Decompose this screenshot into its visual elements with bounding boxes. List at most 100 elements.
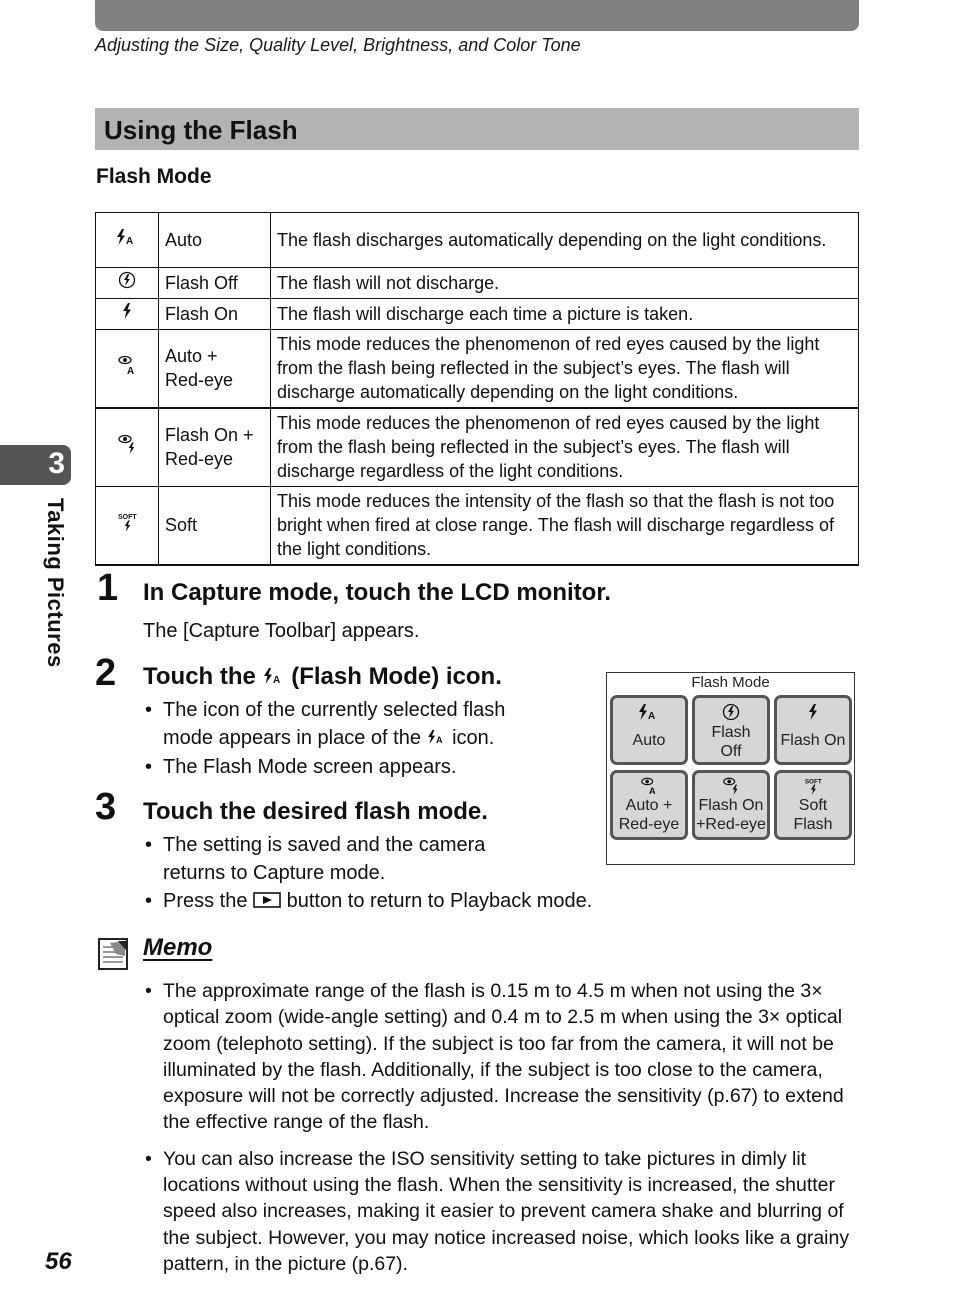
memo-item: The approximate range of the flash is 0.… [143,978,859,1136]
step-number: 3 [95,786,117,828]
chapter-number: 3 [48,447,65,480]
chapter-tab: 3 [0,445,71,485]
flash-auto-icon: A [95,212,159,268]
button-label: Flash On [698,797,764,814]
flash-auto-icon: A [427,725,447,753]
mode-button-flash-on-red-eye[interactable]: Flash On +Red-eye [692,770,770,840]
bullet-text: mode appears in place of the [163,727,421,749]
bullet-item: The setting is saved and the camera retur… [143,831,592,887]
mode-description: The flash will discharge each time a pic… [270,298,859,330]
mode-description: The flash discharges automatically depen… [270,212,859,268]
button-label: Flash [793,816,833,833]
mode-description: The flash will not discharge. [270,267,859,299]
step-number: 1 [97,567,119,609]
flash-off-icon [695,703,767,723]
mode-name-line: Red-eye [165,449,234,470]
svg-text:A: A [648,711,655,721]
table-row: SOFT Soft This mode reduces the intensit… [95,486,859,566]
memo-list: The approximate range of the flash is 0.… [143,978,859,1287]
bullet-text: The icon of the currently selected flash [163,699,506,721]
svg-text:A: A [436,735,443,745]
mode-button-flash-off[interactable]: Flash Off [692,695,770,765]
mode-button-flash-on[interactable]: Flash On [774,695,852,765]
step-heading: In Capture mode, touch the LCD monitor. [143,579,611,606]
flash-on-icon [95,298,159,330]
svg-text:A: A [127,366,134,376]
mode-name: Auto + Red-eye [158,329,271,408]
top-header-bar [95,0,859,31]
bullet-text: Press the [163,890,248,912]
mode-name-line: Auto + [165,346,218,367]
mode-description: This mode reduces the phenomenon of red … [270,329,859,408]
svg-text:A: A [126,236,133,246]
bullet-item: The icon of the currently selected flash… [143,696,505,753]
svg-text:SOFT: SOFT [118,514,137,521]
mode-description: This mode reduces the phenomenon of red … [270,406,859,487]
mode-name: Flash On + Red-eye [158,406,271,487]
bullet-item: The Flash Mode screen appears. [143,753,505,781]
table-row: A Auto The flash discharges automaticall… [95,212,859,268]
mode-name-line: Red-eye [165,370,234,391]
mode-button-auto-red-eye[interactable]: A Auto + Red-eye [610,770,688,840]
memo-item: You can also increase the ISO sensitivit… [143,1146,859,1277]
table-row: A Auto + Red-eye This mode reduces the ph… [95,329,859,408]
flash-mode-table: A Auto The flash discharges automaticall… [95,212,859,566]
bullet-item: Press the button to return to Playback m… [143,887,592,916]
mode-name-line: Flash On + [165,425,254,446]
memo-title: Memo [143,934,213,961]
flash-on-icon [777,703,849,723]
svg-text:A: A [649,786,656,796]
auto-red-eye-icon: A [613,776,685,796]
subsection-title: Flash Mode [96,165,212,188]
table-row: Flash Off The flash will not discharge. [95,267,859,299]
mode-name: Auto [158,212,271,268]
flash-on-red-eye-icon [695,776,767,796]
mode-name: Flash On [158,298,271,330]
memo-icon [98,938,128,970]
button-label: Auto [632,732,666,749]
section-header: Using the Flash [95,108,859,150]
flash-auto-icon: A [613,703,685,723]
button-label: Auto + [625,797,673,814]
section-title: Using the Flash [104,115,298,145]
mode-name: Flash Off [158,267,271,299]
flash-off-icon [95,267,159,299]
button-label: Soft [798,797,828,814]
heading-text: (Flash Mode) icon. [291,663,502,690]
auto-red-eye-icon: A [95,329,159,408]
bullet-text: The setting is saved and the camera [163,834,486,856]
mode-description: This mode reduces the intensity of the f… [270,486,859,566]
mode-button-auto[interactable]: A Auto [610,695,688,765]
mode-button-soft-flash[interactable]: SOFT Soft Flash [774,770,852,840]
step-bullets: The icon of the currently selected flash… [143,696,505,781]
bullet-text: returns to Capture mode. [163,862,386,884]
page-number: 56 [45,1248,72,1275]
step-bullets: The setting is saved and the camera retur… [143,831,592,916]
bullet-text: button to return to Playback mode. [286,890,593,912]
soft-flash-icon: SOFT [95,486,159,566]
svg-text:SOFT: SOFT [805,778,822,785]
button-label: Flash On [780,732,846,749]
flash-auto-icon: A [263,664,285,692]
flash-mode-screen: Flash Mode A Auto Flash Off Flash On A A… [606,672,855,865]
button-label: Off [720,743,742,760]
step-heading: Touch the desired flash mode. [143,798,488,825]
step-number: 2 [95,652,117,694]
mode-name: Soft [158,486,271,566]
button-label: +Red-eye [696,816,766,833]
playback-button-icon [253,888,281,916]
bullet-text: icon. [452,727,495,749]
running-head: Adjusting the Size, Quality Level, Brigh… [95,35,581,55]
table-row: Flash On The flash will discharge each t… [95,298,859,330]
soft-flash-icon: SOFT [777,776,849,796]
heading-text: Touch the [143,663,256,690]
chapter-label: Taking Pictures [43,498,68,668]
button-label: Flash [711,724,751,741]
table-row: Flash On + Red-eye This mode reduces the … [95,406,859,487]
step-heading: Touch the A (Flash Mode) icon. [143,663,502,692]
step-text: The [Capture Toolbar] appears. [143,620,420,642]
flash-on-red-eye-icon [95,406,159,487]
screen-title: Flash Mode [691,674,770,691]
svg-text:A: A [273,675,280,685]
button-label: Red-eye [618,816,680,833]
